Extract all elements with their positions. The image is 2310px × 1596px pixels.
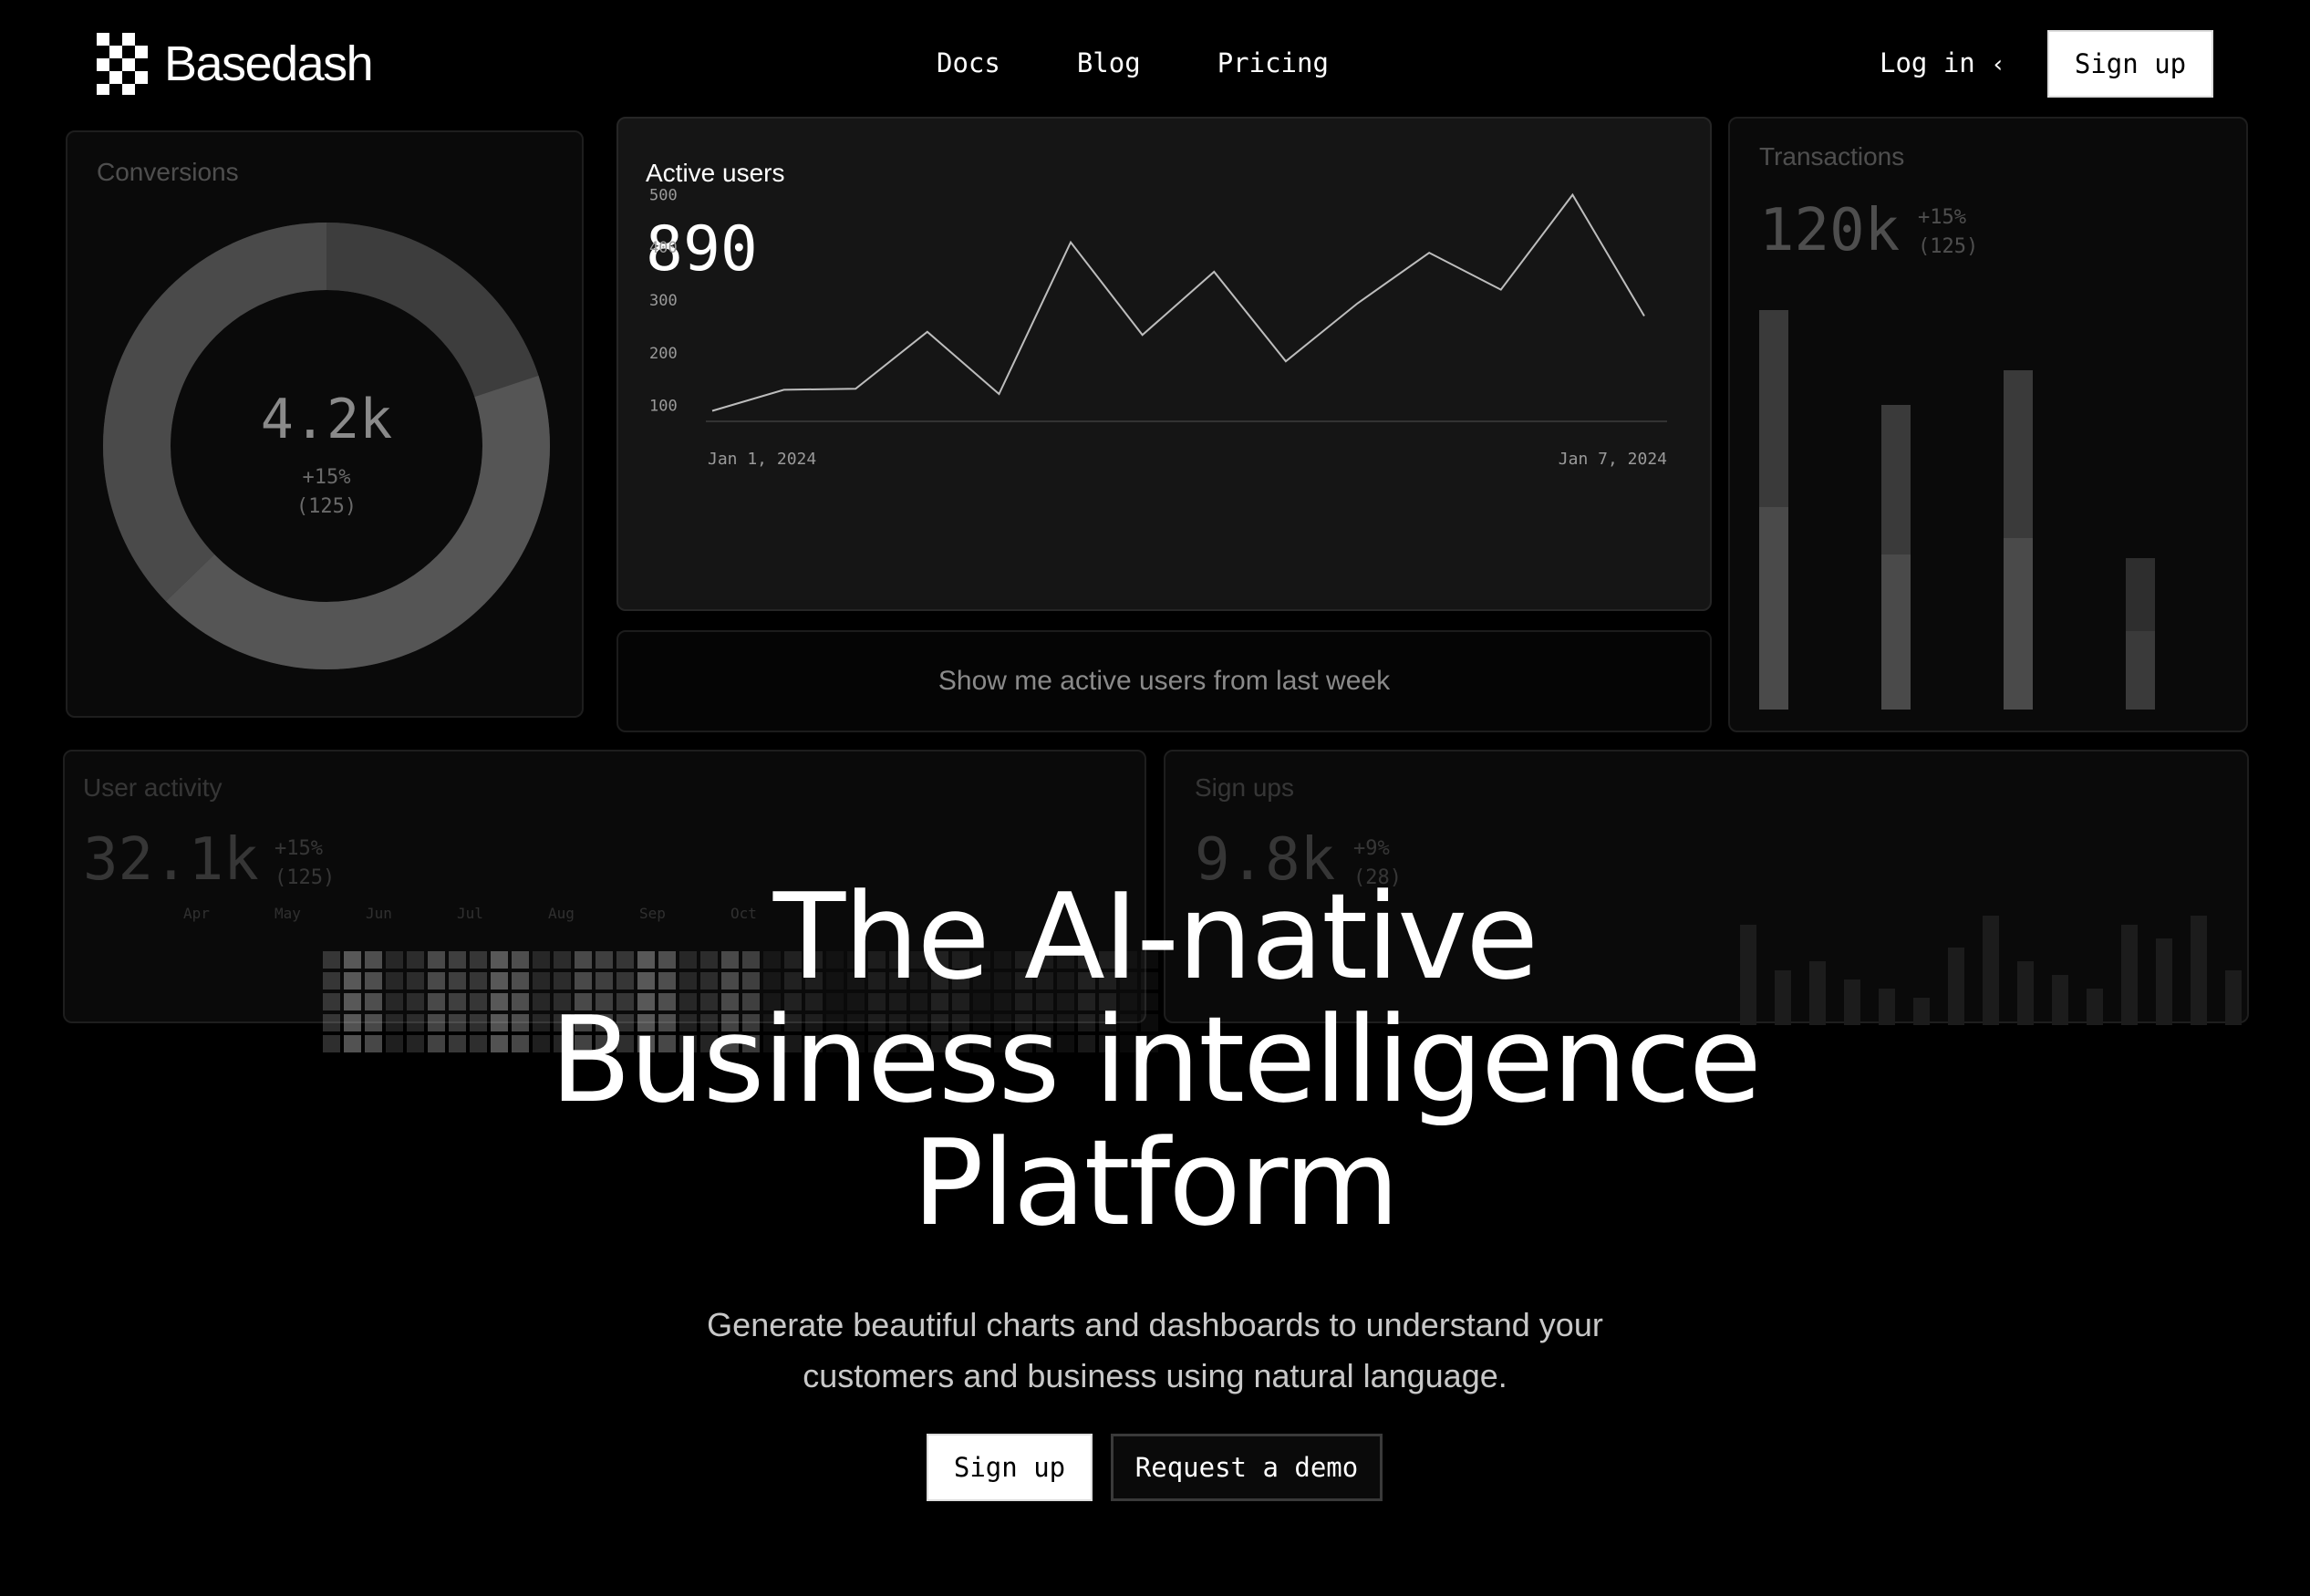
login-label: Log in xyxy=(1880,47,1975,78)
transactions-bar-chart xyxy=(1759,310,2155,710)
y-tick-label: 300 xyxy=(649,292,678,310)
nav-link-blog[interactable]: Blog xyxy=(1077,47,1141,78)
bar-upper xyxy=(1759,310,1788,507)
basedash-logo-icon xyxy=(97,33,148,95)
subtitle-line-2: customers and business using natural lan… xyxy=(803,1357,1507,1394)
x-tick-label: Jan 7, 2024 xyxy=(1559,450,1667,469)
hero-subtitle: Generate beautiful charts and dashboards… xyxy=(0,1300,2310,1402)
login-link[interactable]: Log in ‹ xyxy=(1880,47,2005,78)
subtitle-line-1: Generate beautiful charts and dashboards… xyxy=(707,1306,1603,1343)
bar-lower xyxy=(1759,507,1788,710)
active-users-card: Active users 890 100 200 300 400 500 Jan 1, 2… xyxy=(616,117,1712,611)
bar-lower xyxy=(2004,538,2033,710)
request-demo-button[interactable]: Request a demo xyxy=(1111,1434,1383,1501)
hero-section: The AI-native Business intelligence Plat… xyxy=(0,876,2310,1402)
signup-button[interactable]: Sign up xyxy=(2047,30,2213,98)
transactions-card: Transactions 120k +15% (125) xyxy=(1728,117,2248,732)
headline-line-1: The AI-native xyxy=(772,867,1538,1006)
active-users-line-chart: 100 200 300 400 500 Jan 1, 2024 Jan 7, 2024 xyxy=(649,186,1667,469)
top-nav: Basedash Docs Blog Pricing Log in ‹ Sign… xyxy=(0,0,2310,128)
conversions-card: Conversions 4.2k +15% (125) xyxy=(66,130,584,718)
conversions-count: (125) xyxy=(295,495,357,518)
bar-lower xyxy=(1881,554,1911,710)
chevron-left-icon: ‹ xyxy=(1991,51,2005,78)
prompt-text: Show me active users from last week xyxy=(937,666,1391,696)
y-tick-label: 200 xyxy=(649,345,678,363)
conversions-value: 4.2k xyxy=(260,388,393,451)
headline-line-2: Business intelligence xyxy=(550,990,1762,1129)
brand-name: Basedash xyxy=(164,36,374,91)
bar-lower xyxy=(2126,631,2155,710)
ai-prompt-box[interactable]: Show me active users from last week xyxy=(616,630,1712,732)
conversions-change: +15% xyxy=(302,466,351,489)
y-tick-label: 500 xyxy=(649,186,678,204)
nav-link-pricing[interactable]: Pricing xyxy=(1217,47,1329,78)
hero-signup-button[interactable]: Sign up xyxy=(927,1434,1093,1501)
bar-upper xyxy=(1881,405,1911,554)
hero-headline: The AI-native Business intelligence Plat… xyxy=(0,876,2310,1245)
nav-link-docs[interactable]: Docs xyxy=(937,47,1000,78)
headline-line-3: Platform xyxy=(912,1114,1399,1252)
series-line xyxy=(711,192,1645,412)
bar-upper xyxy=(2126,558,2155,631)
y-tick-label: 100 xyxy=(649,398,678,416)
y-tick-label: 400 xyxy=(649,239,678,257)
bar-upper xyxy=(2004,370,2033,538)
x-tick-label: Jan 1, 2024 xyxy=(708,450,816,469)
nav-links: Docs Blog Pricing xyxy=(937,47,1405,78)
brand-logo[interactable]: Basedash xyxy=(97,33,374,95)
